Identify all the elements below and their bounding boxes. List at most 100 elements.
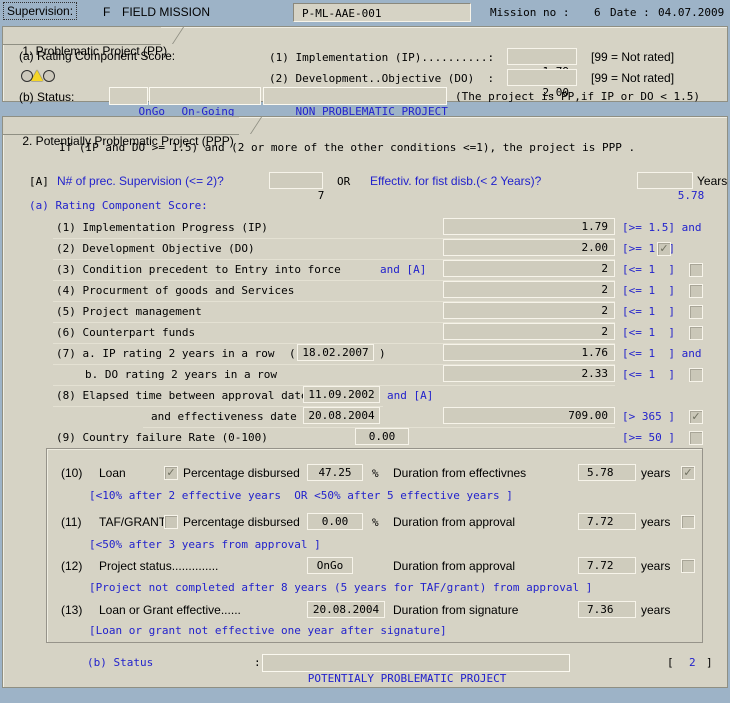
percentage-disbursed-checkbox[interactable]: ✓ (164, 466, 178, 480)
row-label: (9) Country failure Rate (0-100) (56, 431, 268, 444)
condition-met-checkbox[interactable]: ✓ (681, 466, 695, 480)
row-condition: [<= 1 ] (622, 305, 675, 318)
supervision-count-field[interactable]: 7 (269, 172, 324, 202)
row-value-field[interactable]: 1.76 (443, 344, 615, 361)
date-value[interactable]: 04.07.2009 (658, 6, 724, 19)
module-name: FIELD MISSION (122, 5, 211, 19)
duration-label: Duration from signature (393, 603, 519, 617)
row-value-field[interactable]: 1.79 (443, 218, 615, 235)
section-potentially-problematic-project: 2. Potentially Problematic Project (PPP)… (2, 116, 728, 688)
row-label: (7) a. IP rating 2 years in a row (56, 347, 275, 360)
project-status-field[interactable]: OnGo (307, 557, 353, 574)
row-date-field[interactable]: 18.02.2007 (297, 344, 374, 361)
section2-tab: 2. Potentially Problematic Project (PPP) (3, 117, 239, 148)
condition-met-checkbox[interactable] (681, 559, 695, 573)
checkbox-label: Percentage disbursed (183, 466, 300, 480)
row-value-field[interactable]: 2 (443, 302, 615, 319)
mission-no-value[interactable]: 6 (594, 6, 601, 19)
row-label: (6) Counterpart funds (56, 326, 196, 339)
mission-no-label: Mission no : (490, 6, 570, 19)
condition-met-checkbox[interactable] (689, 305, 703, 319)
ppp-status-label: (b) Status (87, 656, 154, 669)
duration-field[interactable]: 7.72 (578, 557, 636, 574)
s1-do-label: (2) Development..Objective (DO) : (269, 72, 495, 85)
effective-date-field[interactable]: 20.08.2004 (307, 601, 385, 618)
row-value-field[interactable]: 2.33 (443, 365, 615, 382)
row-date-field[interactable]: 20.08.2004 (303, 407, 380, 424)
row-date-field[interactable]: 11.09.2002 (303, 386, 380, 403)
duration-field[interactable]: 7.36 (578, 601, 636, 618)
precondition-label1: N# of prec. Supervision (<= 2)? (57, 174, 224, 188)
bracket-open: [ (667, 656, 674, 669)
check-icon: ✓ (166, 466, 176, 479)
row-value-field[interactable]: 2 (443, 323, 615, 340)
percentage-value: 47.25 (318, 466, 352, 479)
percentage-field[interactable]: 47.25 (307, 464, 363, 481)
ppp-status-field[interactable]: POTENTIALY PROBLEMATIC PROJECT (262, 654, 570, 685)
condition-met-checkbox[interactable] (689, 431, 703, 445)
ppp-status-colon: : (254, 656, 261, 669)
row-value-field[interactable]: 709.00 (443, 407, 615, 424)
row-label: (8) Elapsed time between approval date (56, 389, 308, 402)
duration-field[interactable]: 7.72 (578, 513, 636, 530)
criterion-hint-10: [<10% after 2 effective years OR <50% af… (89, 489, 513, 502)
row-value-field[interactable]: 2.00 (443, 239, 615, 256)
condition-met-checkbox[interactable]: ✓ (657, 242, 671, 256)
effectiveness-years-field[interactable]: 5.78 (637, 172, 704, 202)
condition-met-checkbox[interactable] (689, 284, 703, 298)
row-value: 2 (601, 262, 608, 275)
checkbox-label: Percentage disbursed (183, 515, 300, 529)
duration-value: 5.78 (587, 466, 614, 479)
row-label-extra: and [A] (387, 389, 434, 402)
condition-met-checkbox[interactable] (689, 326, 703, 340)
duration-label: Duration from effectivnes (393, 466, 527, 480)
row-date: 20.08.2004 (308, 409, 375, 422)
s1-ip-value-field[interactable]: 1.79 (507, 48, 577, 78)
paren-open: ( (289, 347, 296, 360)
duration-label: Duration from approval (393, 515, 516, 529)
percentage-field[interactable]: 0.00 (307, 513, 363, 530)
row-value-field[interactable]: 0.00 (355, 428, 409, 445)
duration-value: 7.72 (587, 559, 614, 572)
condition-met-checkbox[interactable] (681, 515, 695, 529)
criterion-hint-12: [Project not completed after 8 years (5 … (89, 581, 593, 594)
s1-status-code-field[interactable]: OnGo (109, 87, 165, 118)
s1-ip-note: [99 = Not rated] (591, 50, 675, 64)
row-label: (3) Condition precedent to Entry into fo… (56, 263, 341, 276)
effectiveness-years-value: 5.78 (677, 189, 705, 202)
s1-do-note: [99 = Not rated] (591, 71, 675, 85)
module-label[interactable]: Supervision: (3, 2, 78, 20)
paren-close: ) (379, 347, 386, 360)
precondition-tag: [A] (29, 175, 49, 188)
duration-field[interactable]: 5.78 (578, 464, 636, 481)
criterion-row-7a: (7) a. IP rating 2 years in a row ( 18.0… (3, 344, 727, 365)
criterion-row-8b: and effectiveness date 20.08.2004 709.00… (3, 407, 727, 428)
criterion-row-7b: b. DO rating 2 years in a row 2.33 [<= 1… (3, 365, 727, 386)
s1-do-value-field[interactable]: 2.00 (507, 69, 577, 99)
condition-met-checkbox[interactable]: ✓ (689, 410, 703, 424)
project-code-field[interactable]: P-ML-AAE-001 (293, 3, 471, 22)
row-condition: [>= 50 ] (622, 431, 675, 444)
row-value-field[interactable]: 2 (443, 260, 615, 277)
criterion-row-2: (2) Development Objective (DO) 2.00 [>= … (3, 239, 727, 260)
row-value-field[interactable]: 2 (443, 281, 615, 298)
condition-met-checkbox[interactable] (689, 368, 703, 382)
s1-status-name-field[interactable]: On-Going (149, 87, 261, 118)
condition-met-checkbox[interactable] (689, 263, 703, 277)
row-name: TAF/GRANT (99, 515, 167, 529)
date-label: Date : (610, 6, 650, 19)
duration-value: 7.72 (587, 515, 614, 528)
bracket-close: ] (706, 656, 713, 669)
warning-triangle-icon (31, 70, 43, 81)
row-name: Loan or Grant effective...... (99, 603, 241, 617)
row-num: (13) (61, 603, 83, 617)
percentage-disbursed-checkbox[interactable] (164, 515, 178, 529)
ppp-status-row: (b) Status : POTENTIALY PROBLEMATIC PROJ… (3, 653, 727, 685)
row-label-extra: and [A] (380, 263, 427, 276)
criterion-row-6: (6) Counterpart funds 2 [<= 1 ] (3, 323, 727, 344)
row-value: 1.76 (581, 346, 609, 359)
row-value: 2.00 (581, 241, 609, 254)
criterion-row-8a: (8) Elapsed time between approval date 1… (3, 386, 727, 407)
s1-status-result-field[interactable]: NON PROBLEMATIC PROJECT (263, 87, 448, 118)
years-unit-label: years (641, 466, 671, 480)
